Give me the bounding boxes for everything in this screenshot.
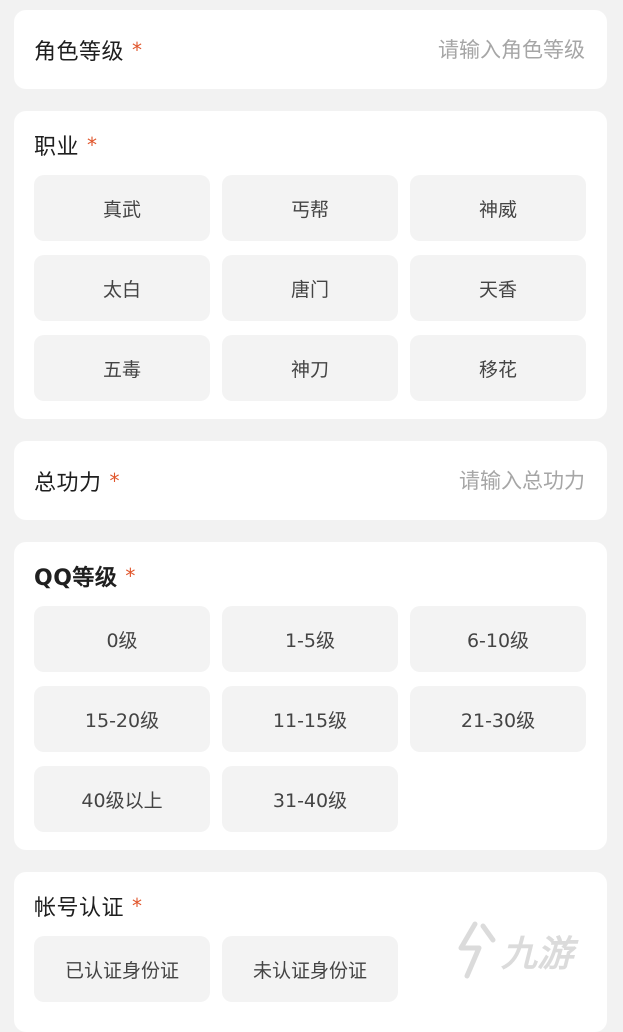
profession-card: 职业 * 真武 丐帮 神威 太白 唐门 天香 五毒 神刀 移花: [14, 111, 607, 419]
power-label: 总功力: [34, 470, 102, 496]
profession-option-zhenwu[interactable]: 真武: [34, 175, 210, 241]
qq-level-option-15-20[interactable]: 15-20级: [34, 686, 210, 752]
qq-level-label: QQ等级: [34, 566, 118, 591]
required-star: *: [125, 564, 136, 588]
profession-option-gaibang[interactable]: 丐帮: [222, 175, 398, 241]
level-input[interactable]: [323, 36, 587, 63]
qq-level-option-40-plus[interactable]: 40级以上: [34, 766, 210, 832]
power-input[interactable]: [323, 467, 587, 494]
qq-level-option-21-30[interactable]: 21-30级: [410, 686, 586, 752]
profession-option-shendao[interactable]: 神刀: [222, 335, 398, 401]
profession-option-tangmen[interactable]: 唐门: [222, 255, 398, 321]
profession-option-tianxiang[interactable]: 天香: [410, 255, 586, 321]
power-field-card: 总功力 *: [14, 441, 607, 520]
profession-option-shenwei[interactable]: 神威: [410, 175, 586, 241]
required-star: *: [109, 468, 120, 493]
required-star: *: [132, 37, 143, 62]
level-field-card: 角色等级 *: [14, 10, 607, 89]
account-option-unverified[interactable]: 未认证身份证: [222, 936, 398, 1002]
required-star: *: [132, 894, 143, 918]
qq-level-option-11-15[interactable]: 11-15级: [222, 686, 398, 752]
qq-level-option-1-5[interactable]: 1-5级: [222, 606, 398, 672]
qq-level-card: QQ等级 * 0级 1-5级 6-10级 15-20级 11-15级 21-30…: [14, 542, 607, 850]
watermark-text: 九游: [501, 934, 579, 975]
qq-level-option-31-40[interactable]: 31-40级: [222, 766, 398, 832]
profession-option-wudu[interactable]: 五毒: [34, 335, 210, 401]
account-label: 帐号认证: [34, 896, 125, 921]
level-label: 角色等级: [34, 39, 125, 65]
profession-option-yihua[interactable]: 移花: [410, 335, 586, 401]
account-option-verified[interactable]: 已认证身份证: [34, 936, 210, 1002]
profession-label: 职业: [34, 135, 80, 160]
qq-level-option-0[interactable]: 0级: [34, 606, 210, 672]
qq-level-option-6-10[interactable]: 6-10级: [410, 606, 586, 672]
profession-option-taibai[interactable]: 太白: [34, 255, 210, 321]
jiuyou-logo-watermark: 九游: [458, 921, 579, 979]
required-star: *: [87, 133, 98, 157]
